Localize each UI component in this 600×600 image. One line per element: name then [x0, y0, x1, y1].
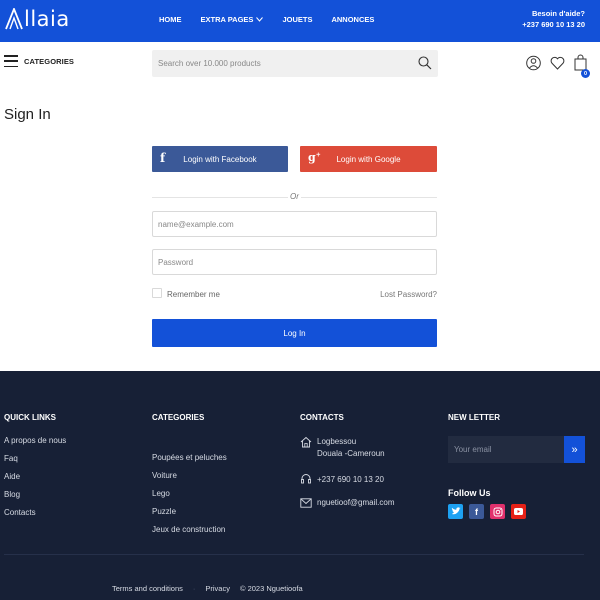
- nav-extra-pages[interactable]: EXTRA PAGES: [201, 15, 264, 24]
- footer-category-jeux[interactable]: Jeux de construction: [152, 525, 227, 534]
- page-title: Sign In: [4, 106, 51, 123]
- footer-category-lego[interactable]: Lego: [152, 489, 227, 498]
- privacy-link[interactable]: Privacy: [205, 584, 230, 593]
- or-label: Or: [290, 192, 299, 201]
- youtube-icon[interactable]: [511, 504, 526, 519]
- address-line-2: Douala -Cameroun: [317, 449, 385, 458]
- address-line-1: Logbessou: [317, 437, 357, 446]
- contact-email-text[interactable]: nguetioof@gmail.com: [317, 498, 395, 507]
- password-field[interactable]: [152, 249, 437, 275]
- footer-category-poupees[interactable]: Poupées et peluches: [152, 453, 227, 462]
- search-input[interactable]: [152, 50, 412, 77]
- remember-me-checkbox[interactable]: [152, 288, 162, 298]
- help-title: Besoin d'aide?: [531, 9, 585, 18]
- double-chevron-right-icon: »: [571, 443, 578, 456]
- footer-link-faq[interactable]: Faq: [4, 454, 66, 463]
- nav-extra-pages-label: EXTRA PAGES: [200, 15, 254, 24]
- main-nav: HOME EXTRA PAGES JOUETS ANNONCES: [159, 15, 393, 24]
- footer-link-contacts[interactable]: Contacts: [4, 508, 66, 517]
- remember-me[interactable]: Remember me: [152, 287, 220, 299]
- categories-menu-button[interactable]: CATEGORIES: [4, 55, 74, 67]
- search-icon[interactable]: [418, 56, 432, 70]
- google-button-label: Login with Google: [336, 155, 401, 164]
- top-navigation-bar: llaia HOME EXTRA PAGES JOUETS ANNONCES B…: [0, 0, 600, 42]
- facebook-social-icon[interactable]: f: [469, 504, 484, 519]
- nav-jouets[interactable]: JOUETS: [282, 15, 312, 24]
- categories-title: CATEGORIES: [152, 413, 205, 422]
- footer-link-aide[interactable]: Aide: [4, 472, 66, 481]
- footer-category-puzzle[interactable]: Puzzle: [152, 507, 227, 516]
- footer-quick-links: QUICK LINKS A propos de nous Faq Aide Bl…: [4, 413, 66, 526]
- contacts-title: CONTACTS: [300, 413, 344, 422]
- separator-dot: ·: [192, 584, 196, 593]
- logo[interactable]: llaia: [5, 7, 70, 31]
- newsletter-title: NEW LETTER: [448, 413, 500, 422]
- email-field[interactable]: [152, 211, 437, 237]
- newsletter-form: »: [448, 436, 585, 463]
- copyright-text: © 2023 Nguetioofa: [239, 584, 303, 593]
- newsletter-email-input[interactable]: [448, 436, 564, 463]
- footer-categories: CATEGORIES Poupées et peluches Voiture L…: [152, 413, 227, 543]
- login-with-google-button[interactable]: g+ Login with Google: [300, 146, 437, 172]
- newsletter-submit-button[interactable]: »: [564, 436, 585, 463]
- nav-home[interactable]: HOME: [159, 15, 182, 24]
- terms-link[interactable]: Terms and conditions: [112, 584, 183, 593]
- help-contact: Besoin d'aide? +237 690 10 13 20: [522, 8, 585, 30]
- wishlist-heart-icon[interactable]: [550, 56, 565, 75]
- social-links: f: [448, 504, 585, 519]
- follow-us-title: Follow Us: [448, 488, 491, 498]
- envelope-icon: [300, 498, 312, 508]
- footer-link-blog[interactable]: Blog: [4, 490, 66, 499]
- cart-count-badge: 0: [581, 69, 590, 78]
- footer-divider: [4, 554, 584, 555]
- logo-a-icon: [5, 8, 23, 30]
- footer-bottom-bar: Terms and conditions · Privacy © 2023 Ng…: [112, 584, 313, 593]
- quick-links-title: QUICK LINKS: [4, 413, 56, 422]
- login-with-facebook-button[interactable]: f Login with Facebook: [152, 146, 288, 172]
- contact-phone-text[interactable]: +237 690 10 13 20: [317, 475, 384, 484]
- account-icon[interactable]: [526, 55, 541, 76]
- help-phone[interactable]: +237 690 10 13 20: [522, 19, 585, 30]
- facebook-button-label: Login with Facebook: [183, 155, 257, 164]
- logo-text: llaia: [24, 7, 70, 31]
- nav-annonces[interactable]: ANNONCES: [331, 15, 374, 24]
- footer-contacts: CONTACTS Logbessou Douala -Cameroun +237…: [300, 413, 395, 508]
- twitter-icon[interactable]: [448, 504, 463, 519]
- footer: QUICK LINKS A propos de nous Faq Aide Bl…: [0, 371, 600, 600]
- contact-phone: +237 690 10 13 20: [300, 473, 395, 485]
- remember-me-label: Remember me: [167, 290, 220, 299]
- categories-label: CATEGORIES: [24, 56, 75, 66]
- search-bar: [152, 50, 438, 77]
- cart-bag-icon[interactable]: 0: [574, 54, 590, 78]
- footer-category-voiture[interactable]: Voiture: [152, 471, 227, 480]
- hamburger-icon: [4, 55, 18, 67]
- log-in-button[interactable]: Log In: [152, 319, 437, 347]
- contact-address: Logbessou Douala -Cameroun: [300, 436, 395, 460]
- lost-password-link[interactable]: Lost Password?: [380, 290, 437, 299]
- or-divider: Or: [152, 191, 437, 203]
- instagram-icon[interactable]: [490, 504, 505, 519]
- footer-link-a-propos[interactable]: A propos de nous: [4, 436, 66, 445]
- home-icon: [300, 436, 312, 448]
- footer-newsletter: NEW LETTER » Follow Us f: [448, 413, 585, 519]
- header-icons: 0: [517, 54, 590, 78]
- chevron-down-icon: [256, 17, 264, 22]
- contact-email: nguetioof@gmail.com: [300, 498, 395, 508]
- headset-icon: [301, 474, 311, 484]
